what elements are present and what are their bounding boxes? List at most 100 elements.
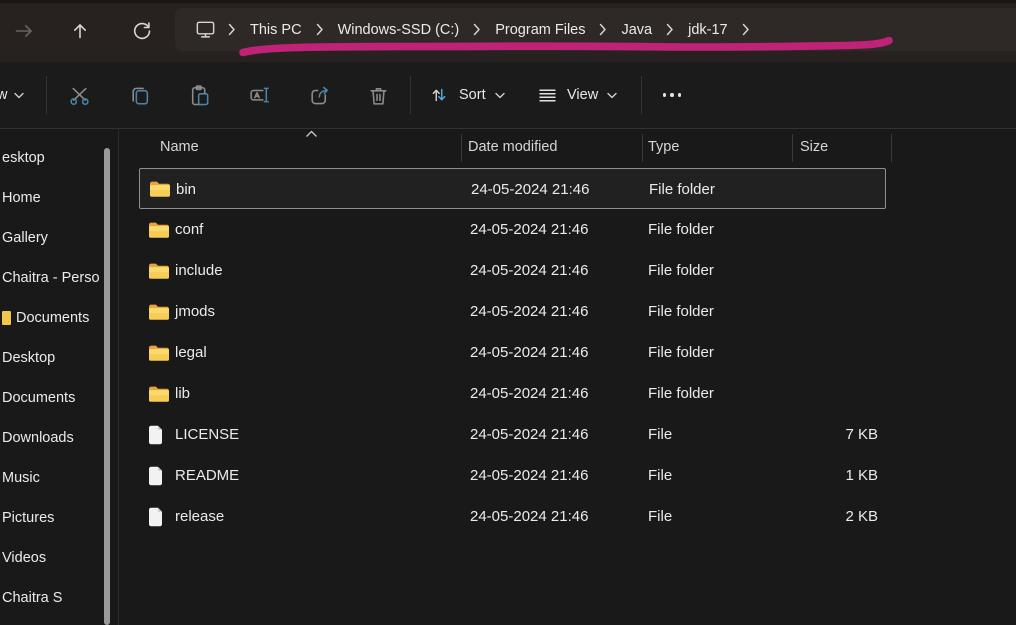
sidebar-item-videos[interactable]: Videos — [0, 538, 118, 578]
file-type: File folder — [648, 385, 714, 402]
breadcrumb-item-this-pc[interactable]: This PC — [237, 22, 315, 38]
table-row[interactable]: bin 24-05-2024 21:46 File folder — [139, 168, 886, 209]
table-row[interactable]: lib 24-05-2024 21:46 File folder — [139, 373, 886, 414]
sidebar-item-label: Documents — [2, 390, 76, 406]
column-header-row: Name Date modified Type Size — [119, 129, 1016, 166]
sidebar-item-pictures[interactable]: Pictures — [0, 498, 118, 538]
table-row[interactable]: LICENSE 24-05-2024 21:46 File 7 KB — [139, 414, 886, 455]
file-icon — [148, 466, 163, 485]
breadcrumb-chevron-icon — [599, 23, 607, 36]
breadcrumb-item-jdk-17[interactable]: jdk-17 — [675, 22, 741, 38]
delete-icon — [367, 84, 390, 107]
sidebar-item-label: Desktop — [2, 350, 56, 366]
breadcrumb-chevron-icon — [228, 23, 236, 36]
cut-button[interactable] — [59, 75, 99, 115]
file-type: File folder — [648, 221, 714, 238]
refresh-button[interactable] — [122, 11, 162, 51]
breadcrumb-item-program-files[interactable]: Program Files — [482, 22, 598, 38]
sidebar-item-label: Documents — [16, 310, 90, 326]
column-header-date-modified[interactable]: Date modified — [468, 129, 557, 166]
column-header-name[interactable]: Name — [160, 129, 199, 166]
forward-button[interactable] — [4, 11, 44, 51]
chevron-down-icon — [607, 92, 617, 99]
sidebar-item-chaitra-s[interactable]: Chaitra S — [0, 578, 118, 618]
view-label: View — [567, 87, 599, 103]
delete-button[interactable] — [358, 75, 398, 115]
up-button[interactable] — [60, 11, 100, 51]
rename-icon — [248, 83, 272, 107]
sidebar-item-desktop[interactable]: Desktop — [0, 338, 118, 378]
file-name: legal — [175, 344, 207, 361]
sidebar-item-music[interactable]: Music — [0, 458, 118, 498]
rename-button[interactable] — [240, 75, 280, 115]
column-divider[interactable] — [461, 134, 462, 162]
file-type: File — [648, 426, 673, 443]
forward-arrow-icon — [12, 19, 36, 43]
sidebar-item-documents[interactable]: Documents — [0, 298, 118, 338]
sidebar-item-chaitra-perso[interactable]: Chaitra - Perso — [0, 258, 118, 298]
ellipsis-icon — [662, 93, 667, 97]
file-name: include — [175, 262, 223, 279]
share-button[interactable] — [299, 75, 339, 115]
column-header-size[interactable]: Size — [800, 129, 828, 166]
column-header-type[interactable]: Type — [648, 129, 679, 166]
paste-button[interactable] — [179, 75, 219, 115]
title-bar: This PC Windows-SSD (C:) Program Files Java… — [0, 0, 1016, 62]
sidebar-scrollbar[interactable] — [104, 148, 110, 625]
folder-icon — [149, 180, 170, 197]
file-name: bin — [176, 181, 197, 198]
sort-label: Sort — [459, 87, 486, 103]
column-divider[interactable] — [792, 134, 793, 162]
sidebar-item-downloads[interactable]: Downloads — [0, 418, 118, 458]
sidebar-item-gallery[interactable]: Gallery — [0, 218, 118, 258]
table-row[interactable]: include 24-05-2024 21:46 File folder — [139, 250, 886, 291]
file-icon — [148, 507, 163, 526]
sidebar-item-label: Chaitra S — [2, 590, 63, 606]
table-row[interactable]: legal 24-05-2024 21:46 File folder — [139, 332, 886, 373]
file-list-pane: Name Date modified Type Size bin 24-05-20… — [119, 129, 1016, 625]
file-type: File folder — [648, 344, 714, 361]
file-type: File — [648, 508, 673, 525]
file-type: File folder — [648, 262, 714, 279]
new-button[interactable]: w — [0, 75, 25, 115]
file-name: conf — [175, 221, 204, 238]
sidebar-item-documents[interactable]: Documents — [0, 378, 118, 418]
monitor-icon — [194, 18, 217, 41]
view-button[interactable]: View — [537, 75, 617, 115]
column-divider[interactable] — [642, 134, 643, 162]
column-divider[interactable] — [891, 134, 892, 162]
breadcrumb-chevron-icon — [666, 23, 674, 36]
file-date-modified: 24-05-2024 21:46 — [470, 221, 589, 238]
refresh-icon — [130, 19, 154, 43]
file-name: LICENSE — [175, 426, 240, 443]
sidebar-item-label: Music — [2, 470, 40, 486]
breadcrumb-item-java[interactable]: Java — [608, 22, 665, 38]
file-date-modified: 24-05-2024 21:46 — [470, 426, 589, 443]
folder-icon — [148, 303, 169, 320]
breadcrumb-item-windows-ssd-c[interactable]: Windows-SSD (C:) — [325, 22, 473, 38]
file-icon — [148, 425, 163, 444]
copy-button[interactable] — [119, 75, 159, 115]
table-row[interactable]: README 24-05-2024 21:46 File 1 KB — [139, 455, 886, 496]
file-size: 1 KB — [845, 467, 878, 484]
file-type: File folder — [648, 303, 714, 320]
breadcrumb-chevron-icon[interactable] — [742, 23, 750, 36]
sidebar-item-esktop[interactable]: esktop — [0, 138, 118, 178]
sidebar-item-label: Pictures — [2, 510, 55, 526]
table-row[interactable]: conf 24-05-2024 21:46 File folder — [139, 209, 886, 250]
sidebar-item-home[interactable]: Home — [0, 178, 118, 218]
share-icon — [308, 84, 331, 107]
file-size: 2 KB — [845, 508, 878, 525]
table-row[interactable]: jmods 24-05-2024 21:46 File folder — [139, 291, 886, 332]
file-name: jmods — [175, 303, 216, 320]
breadcrumb: This PC Windows-SSD (C:) Program Files Java… — [227, 22, 751, 38]
more-options-button[interactable] — [650, 75, 694, 115]
window-edge — [0, 0, 1016, 3]
address-bar[interactable]: This PC Windows-SSD (C:) Program Files Java… — [175, 8, 1016, 51]
file-name: lib — [175, 385, 191, 402]
sort-button[interactable]: Sort — [428, 75, 505, 115]
table-row[interactable]: release 24-05-2024 21:46 File 2 KB — [139, 496, 886, 537]
file-date-modified: 24-05-2024 21:46 — [470, 467, 589, 484]
file-date-modified: 24-05-2024 21:46 — [470, 385, 589, 402]
chevron-down-icon — [494, 92, 505, 99]
